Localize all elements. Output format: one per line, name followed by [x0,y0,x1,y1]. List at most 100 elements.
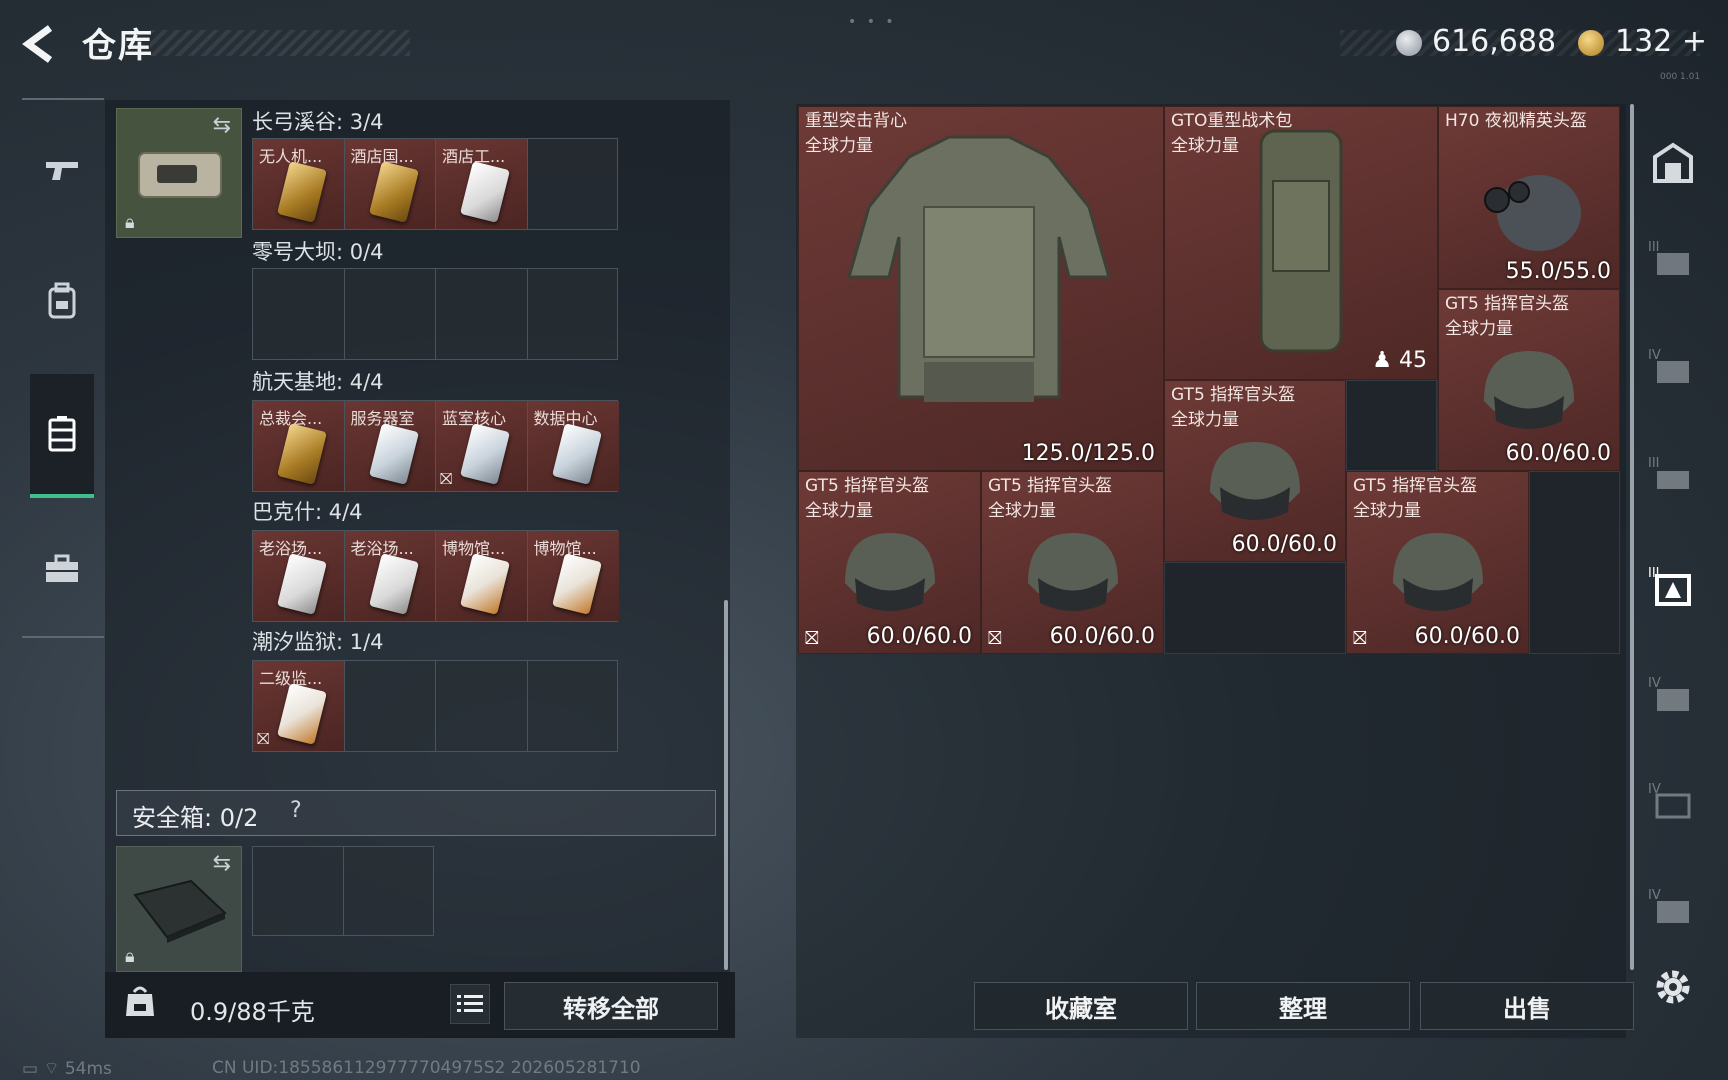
durability: 60.0/60.0 [1049,624,1155,649]
safe-box-grid [252,846,434,936]
stash-item-helmet-gt5[interactable]: GT5 指挥官头盔 全球力量 ⛝ 60.0/60.0 [1346,471,1529,654]
keycard-case[interactable]: ⇆ 🔒︎ [116,108,242,238]
keycard-slot[interactable]: 无人机... [253,139,345,229]
durability: 60.0/60.0 [866,624,972,649]
list-icon [457,995,483,1012]
filter-tier4-misc[interactable]: IV [1644,778,1702,834]
title-stripe [150,30,410,56]
filter-tier4-medical[interactable]: IV [1644,672,1702,728]
sort-button[interactable]: 整理 [1196,982,1410,1030]
top-handle: • • • [848,14,897,30]
keycard-slot[interactable]: 博物馆... [436,531,528,621]
vest-icon [847,135,1111,402]
help-icon[interactable]: ? [290,798,302,823]
safe-slot[interactable] [253,847,344,935]
sell-button[interactable]: 出售 [1420,982,1634,1030]
filter-all[interactable] [1644,134,1702,190]
pistol-icon [46,162,78,180]
keycard-slot[interactable]: 老浴场... [253,531,345,621]
stash-item-helmet-gt5[interactable]: GT5 指挥官头盔 全球力量 ⛝ 60.0/60.0 [981,471,1164,654]
keycard-slot[interactable]: 酒店国... [344,139,436,229]
item-faction: 全球力量 [1445,319,1513,339]
keycard-slot[interactable]: 二级监... ⛝ [253,661,345,751]
uid-text: CN UID:1855861129777704975S2 20260528171… [212,1058,641,1078]
empty-keycard-slot[interactable] [436,661,528,751]
safe-slot[interactable] [344,847,435,935]
safe-box-case[interactable]: ⇆ 🔒︎ [116,846,242,972]
nav-case[interactable] [30,374,94,498]
stash-item-vest[interactable]: 重型突击背心 全球力量 125.0/125.0 [798,106,1164,471]
safe-box-label: 安全箱: 0/2 [132,804,259,832]
transfer-all-button[interactable]: 转移全部 [504,982,718,1030]
settings-button[interactable] [1650,964,1696,1010]
item-faction: 全球力量 [1353,501,1421,521]
filter-tier3-active[interactable]: III [1644,562,1702,618]
nav-equipment[interactable] [30,256,94,346]
tier-label: III [1648,566,1660,581]
keycard-icon [368,553,419,615]
helmet-icon [844,533,935,612]
unlinked-icon: ⛝ [440,469,453,488]
keycard-slot[interactable]: 蓝室核心 ⛝ [436,401,528,491]
empty-keycard-slot[interactable] [345,661,436,751]
tier-label: IV [1648,782,1661,797]
keycard-slot[interactable]: 服务器室 [344,401,436,491]
nav-weapons[interactable] [30,126,94,216]
unlinked-icon: ⛝ [988,628,1002,649]
add-gold-button[interactable]: + [1682,24,1707,59]
keycard-slot[interactable]: 总裁会... [253,401,345,491]
stash-item-helmet-gt5[interactable]: GT5 指挥官头盔 全球力量 ⛝ 60.0/60.0 [798,471,981,654]
stash-item-helmet-gt5[interactable]: GT5 指挥官头盔 全球力量 60.0/60.0 [1438,289,1620,471]
filter-tier4-weapon[interactable]: IV [1644,344,1702,400]
case-icon [48,416,76,452]
nav-toolbox[interactable] [30,524,94,614]
helmet-icon [1027,533,1118,612]
helmet-icon [1484,350,1574,429]
filter-tier3-rig[interactable]: III [1644,452,1702,508]
empty-keycard-slot[interactable] [345,269,436,359]
item-faction: 全球力量 [988,501,1056,521]
tier-label: IV [1648,888,1661,903]
tier-label: III [1648,456,1660,471]
silver-coin-icon [1396,30,1422,56]
gold-coin-icon [1578,30,1604,56]
swap-icon[interactable]: ⇆ [213,851,231,876]
empty-slot[interactable] [1529,471,1620,654]
empty-keycard-slot[interactable] [528,661,620,751]
keycard-slot[interactable]: 数据中心 [527,401,619,491]
back-button[interactable] [20,22,60,66]
collection-room-button[interactable]: 收藏室 [974,982,1188,1030]
swap-icon[interactable]: ⇆ [213,113,231,138]
map-title: 巴克什: 4/4 [252,500,363,524]
page-title: 仓库 [82,26,154,66]
stash-item-helmet-gt5[interactable]: GT5 指挥官头盔 全球力量 60.0/60.0 [1164,380,1346,562]
map-title: 航天基地: 4/4 [252,370,384,394]
empty-keycard-slot[interactable] [436,269,528,359]
durability: 55.0/55.0 [1505,259,1611,284]
list-view-button[interactable] [450,984,490,1024]
keycard-grid: 老浴场... 老浴场... 博物馆... 博物馆... [252,530,619,622]
empty-keycard-slot[interactable] [528,269,620,359]
keycard-slot[interactable]: 老浴场... [344,531,436,621]
filter-tier3-weapon[interactable]: III [1644,236,1702,292]
map-title: 零号大坝: 0/4 [252,240,384,264]
empty-keycard-slot[interactable] [253,269,345,359]
keycard-slot[interactable]: 博物馆... [527,531,619,621]
empty-keycard-slot[interactable] [528,139,620,229]
keycard-icon [277,553,327,615]
keycard-icon [460,423,510,485]
left-scrollbar[interactable] [724,600,728,970]
empty-slot[interactable] [1346,380,1437,471]
item-name: GT5 指挥官头盔 [1353,476,1478,496]
filter-tier4-extra[interactable]: IV [1644,884,1702,940]
helmet-icon [1210,441,1300,520]
stash-item-helmet-h70[interactable]: H70 夜视精英头盔 55.0/55.0 [1438,106,1620,289]
right-scrollbar[interactable] [1630,104,1634,970]
item-name: GT5 指挥官头盔 [805,476,930,496]
item-name: GT5 指挥官头盔 [988,476,1113,496]
empty-slot[interactable] [1164,562,1346,654]
stash-item-backpack[interactable]: GTO重型战术包 全球力量 ♟︎ 45 [1164,106,1438,380]
keycard-slot[interactable]: 酒店工... [436,139,528,229]
gold-currency-value[interactable]: 132 + [1615,24,1707,59]
bag-icon[interactable] [124,982,156,1018]
